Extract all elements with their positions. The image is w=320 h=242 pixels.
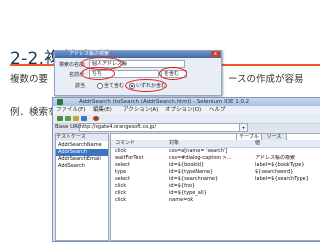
tab-source[interactable]: ソース: [261, 133, 287, 140]
table-header: コマンド 対象 値: [111, 140, 320, 148]
window-titlebar[interactable]: AddrSearch (toSearch (AddrSearch.html) -…: [53, 98, 320, 106]
menu-actions[interactable]: アクション(A): [123, 106, 158, 114]
selenium-ide-window: AddrSearch (toSearch (AddrSearch.html) -…: [52, 97, 320, 242]
app-icon: [57, 99, 63, 105]
table-row[interactable]: click name=ok: [111, 197, 320, 204]
base-url-label: Base URL: [55, 124, 82, 130]
testcase-header: テストケース: [56, 134, 108, 141]
cell-command: select: [115, 176, 130, 182]
cell-target: id=${searchname}: [169, 176, 219, 182]
cell-target: name=ok: [169, 197, 194, 203]
table-row[interactable]: click css=a[name= 'search']: [111, 148, 320, 155]
command-table-panel: テーブル ソース コマンド 対象 値 click css=a[name= 'se…: [110, 133, 320, 241]
radio-all-label: 全て含む: [104, 83, 125, 89]
pause-icon[interactable]: [73, 116, 79, 121]
table-row[interactable]: click id=${fno}: [111, 183, 320, 190]
highlight-ellipse-radio: [125, 79, 167, 92]
cell-target: css=#dialog-caption >...: [169, 155, 232, 161]
cell-value: ${searchword}: [255, 169, 294, 175]
column-header-target[interactable]: 対象: [169, 140, 179, 147]
close-icon[interactable]: x: [211, 51, 220, 57]
tab-table[interactable]: テーブル: [236, 133, 262, 140]
menu-file[interactable]: ファイル(F): [56, 106, 85, 114]
search-dialog: アドレス帳の検索 x 検索の名前: 個人アドレス帳 名前が ちち を含む 該当 …: [54, 50, 222, 96]
cell-value: label=${bookType}: [255, 162, 305, 168]
dialog-titlebar[interactable]: アドレス帳の検索 x: [55, 51, 221, 58]
menu-bar: ファイル(F) 編集(E) アクション(A) オプション(O) ヘルプ: [53, 106, 320, 114]
menu-edit[interactable]: 編集(E): [93, 106, 112, 114]
testcase-item[interactable]: AddrSearchEmail: [58, 156, 101, 163]
base-url-input[interactable]: http://sgate4.orangesoft.co.jp/: [79, 123, 241, 132]
cell-command: click: [115, 190, 127, 196]
table-row[interactable]: select id=${searchname} label=${searchTy…: [111, 176, 320, 183]
table-row[interactable]: click id=${type_all}: [111, 190, 320, 197]
table-row[interactable]: waitForText css=#dialog-caption >... アドレ…: [111, 155, 320, 162]
body-text-line1-tail: ースの作成が容易: [228, 74, 304, 85]
cell-target: id=${bookId}: [169, 162, 205, 168]
chevron-down-icon[interactable]: ▾: [239, 123, 248, 132]
cell-target: id=${fno}: [169, 183, 196, 189]
testcase-item[interactable]: AddSearch: [58, 163, 85, 170]
testcase-item[interactable]: AddrSearchName: [58, 142, 102, 149]
cell-command: click: [115, 148, 127, 154]
cell-command: type: [115, 169, 127, 175]
cell-command: waitForText: [115, 155, 144, 161]
table-row[interactable]: select id=${bookId} label=${bookType}: [111, 162, 320, 169]
radio-all[interactable]: [97, 83, 103, 89]
cell-target: id=${type_all}: [169, 190, 207, 196]
cell-value: label=${searchType}: [255, 176, 309, 182]
play-suite-icon[interactable]: [57, 116, 63, 121]
record-icon[interactable]: [93, 116, 99, 121]
menu-help[interactable]: ヘルプ: [209, 106, 226, 114]
play-test-icon[interactable]: [65, 116, 71, 121]
testcase-item-selected[interactable]: AddrSearch: [56, 149, 108, 156]
column-header-value[interactable]: 値: [255, 140, 260, 147]
cell-target: css=a[name= 'search']: [169, 148, 228, 154]
dialog-title: アドレス帳の検索: [69, 51, 110, 57]
body-text-line1: 複数の要: [10, 74, 49, 85]
highlight-ellipse-operator: [159, 67, 187, 80]
cell-command: click: [115, 183, 127, 189]
column-header-command[interactable]: コマンド: [115, 140, 135, 147]
dialog-match-label: 該当: [75, 83, 86, 89]
cell-command: click: [115, 197, 127, 203]
window-title: AddrSearch (toSearch (AddrSearch.html) -…: [79, 99, 250, 105]
testcase-panel: テストケース AddrSearchName AddrSearch AddrSea…: [55, 133, 109, 241]
step-icon[interactable]: [81, 116, 87, 121]
table-row[interactable]: type id=${typeName} ${searchword}: [111, 169, 320, 176]
highlight-ellipse-condition: [81, 67, 115, 80]
cell-target: id=${typeName}: [169, 169, 214, 175]
menu-options[interactable]: オプション(O): [165, 106, 201, 114]
cell-value: アドレス帳の検索: [255, 155, 296, 161]
cell-command: select: [115, 162, 130, 168]
